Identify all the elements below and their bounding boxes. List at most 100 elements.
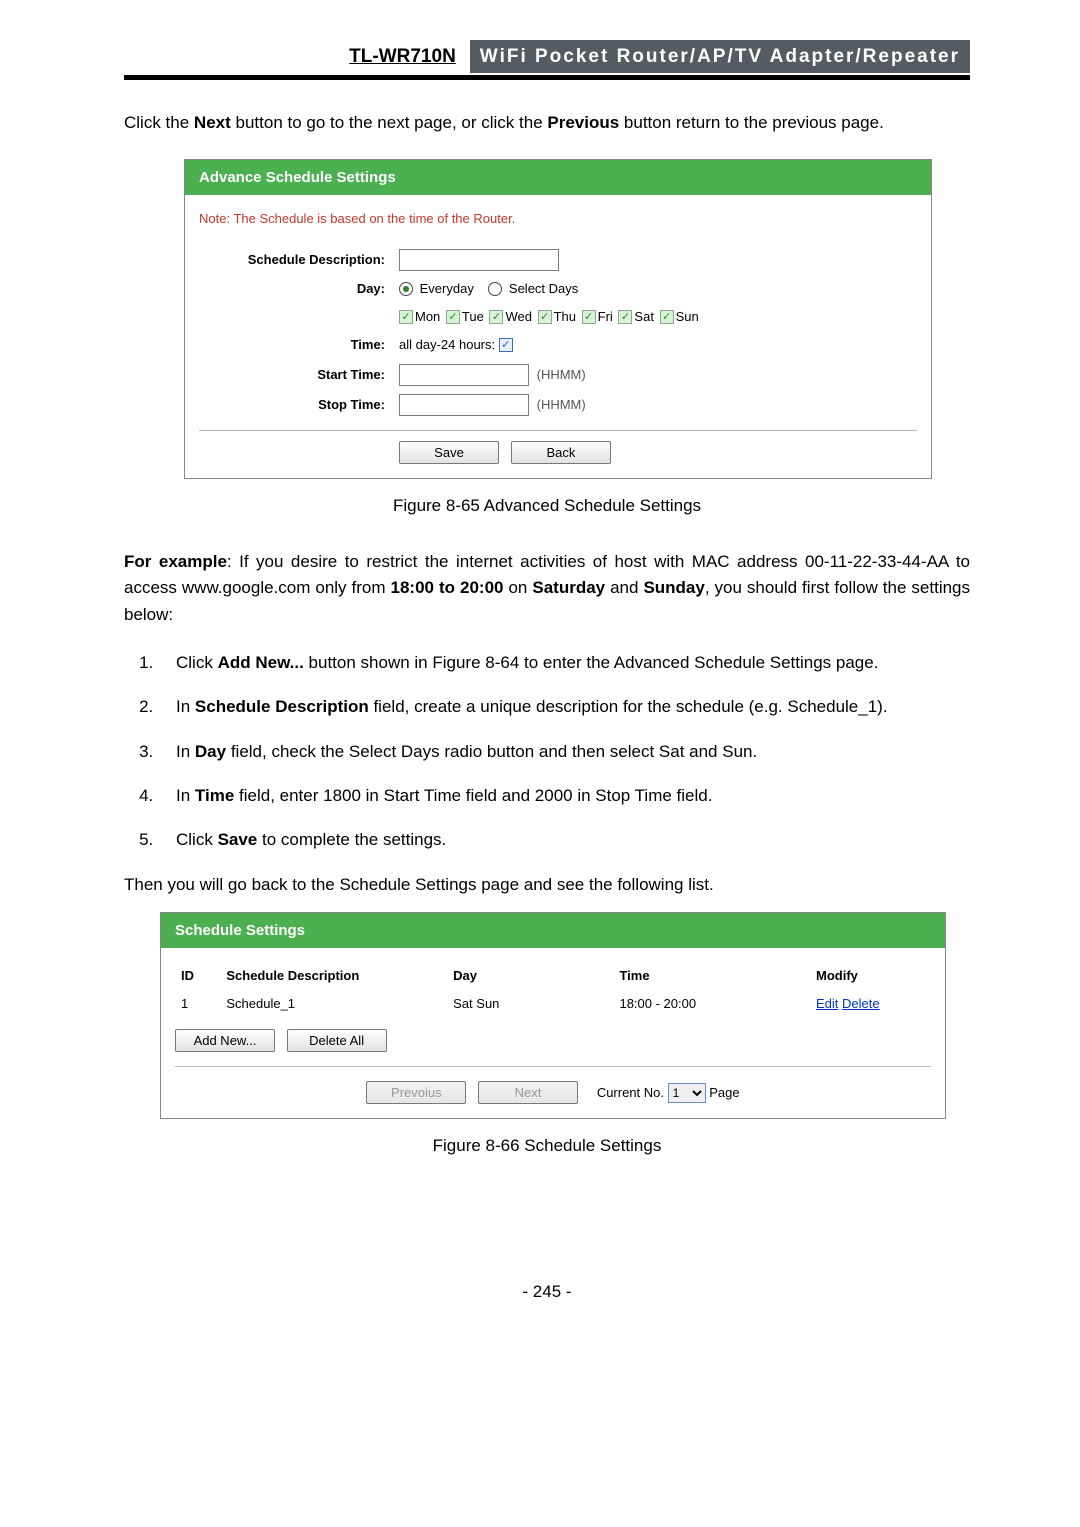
add-new-button[interactable]: Add New... (175, 1029, 275, 1052)
radio-select-days[interactable] (488, 282, 502, 296)
edit-link[interactable]: Edit (816, 996, 838, 1011)
chk-wed[interactable]: ✓ (489, 310, 503, 324)
save-button[interactable]: Save (399, 441, 499, 464)
example-paragraph: For example: If you desire to restrict t… (124, 549, 970, 628)
figure-caption-66: Figure 8-66 Schedule Settings (124, 1133, 970, 1159)
example-p2: on (503, 578, 532, 597)
example-sun: Sunday (643, 578, 704, 597)
step-5: Click Save to complete the settings. (158, 827, 970, 853)
label-wed: Wed (505, 309, 532, 324)
page-number: - 245 - (124, 1279, 970, 1305)
pager-current-label: Current No. (597, 1085, 664, 1100)
start-time-hint: (HHMM) (537, 367, 586, 382)
s2b: Schedule Description (195, 697, 369, 716)
stop-time-hint: (HHMM) (537, 397, 586, 412)
step-2: In Schedule Description field, create a … (158, 694, 970, 720)
page-select[interactable]: 1 (668, 1083, 706, 1103)
doc-header: TL-WR710N WiFi Pocket Router/AP/TV Adapt… (124, 40, 970, 80)
label-sun: Sun (676, 309, 699, 324)
schedule-description-input[interactable] (399, 249, 559, 271)
radio-select-days-label: Select Days (509, 281, 578, 296)
label-sat: Sat (634, 309, 654, 324)
example-time: 18:00 to 20:00 (391, 578, 504, 597)
s5c: to complete the settings. (257, 830, 446, 849)
radio-everyday-label: Everyday (420, 281, 474, 296)
all-day-label: all day-24 hours: (399, 337, 495, 352)
s3c: field, check the Select Days radio butto… (226, 742, 757, 761)
figure-caption-65: Figure 8-65 Advanced Schedule Settings (124, 493, 970, 519)
step-3: In Day field, check the Select Days radi… (158, 739, 970, 765)
example-p3: and (605, 578, 643, 597)
intro-bold-next: Next (194, 113, 231, 132)
intro-text: Click the Next button to go to the next … (124, 110, 970, 136)
delete-all-button[interactable]: Delete All (287, 1029, 387, 1052)
step-1: Click Add New... button shown in Figure … (158, 650, 970, 676)
panel1-note: Note: The Schedule is based on the time … (199, 209, 917, 229)
label-start-time: Start Time: (199, 365, 399, 385)
example-lead: For example (124, 552, 227, 571)
panel1-title: Advance Schedule Settings (185, 160, 931, 195)
schedule-table: ID Schedule Description Day Time Modify … (175, 962, 931, 1018)
s1a: Click (176, 653, 218, 672)
intro-post: button return to the previous page. (619, 113, 884, 132)
step-4: In Time field, enter 1800 in Start Time … (158, 783, 970, 809)
cell-day: Sat Sun (447, 990, 613, 1018)
advance-schedule-panel: Advance Schedule Settings Note: The Sche… (184, 159, 932, 479)
separator (199, 430, 917, 431)
s4b: Time (195, 786, 234, 805)
col-id: ID (175, 962, 220, 990)
schedule-settings-panel: Schedule Settings ID Schedule Descriptio… (160, 912, 946, 1119)
intro-mid: button to go to the next page, or click … (231, 113, 548, 132)
chk-all-day[interactable]: ✓ (499, 338, 513, 352)
s1b: Add New... (218, 653, 304, 672)
label-day: Day: (199, 279, 399, 299)
model-label: TL-WR710N (349, 42, 456, 71)
label-mon: Mon (415, 309, 440, 324)
product-label: WiFi Pocket Router/AP/TV Adapter/Repeate… (470, 40, 970, 73)
stop-time-input[interactable] (399, 394, 529, 416)
panel2-title: Schedule Settings (161, 913, 945, 948)
label-fri: Fri (598, 309, 613, 324)
s1c: button shown in Figure 8-64 to enter the… (304, 653, 879, 672)
col-mod: Modify (810, 962, 931, 990)
s2a: In (176, 697, 195, 716)
s4a: In (176, 786, 195, 805)
label-stop-time: Stop Time: (199, 395, 399, 415)
chk-fri[interactable]: ✓ (582, 310, 596, 324)
chk-thu[interactable]: ✓ (538, 310, 552, 324)
s4c: field, enter 1800 in Start Time field an… (234, 786, 712, 805)
table-row: 1 Schedule_1 Sat Sun 18:00 - 20:00 Edit … (175, 990, 931, 1018)
then-paragraph: Then you will go back to the Schedule Se… (124, 872, 970, 898)
s2c: field, create a unique description for t… (369, 697, 888, 716)
s3a: In (176, 742, 195, 761)
col-day: Day (447, 962, 613, 990)
s5b: Save (218, 830, 258, 849)
next-button[interactable]: Next (478, 1081, 578, 1104)
chk-mon[interactable]: ✓ (399, 310, 413, 324)
separator2 (175, 1066, 931, 1067)
start-time-input[interactable] (399, 364, 529, 386)
radio-everyday[interactable] (399, 282, 413, 296)
chk-sun[interactable]: ✓ (660, 310, 674, 324)
s3b: Day (195, 742, 226, 761)
label-tue: Tue (462, 309, 484, 324)
steps-list: Click Add New... button shown in Figure … (124, 650, 970, 854)
chk-sat[interactable]: ✓ (618, 310, 632, 324)
label-time: Time: (199, 335, 399, 355)
intro-bold-previous: Previous (547, 113, 619, 132)
example-sat: Saturday (532, 578, 605, 597)
pager-page-label: Page (709, 1085, 739, 1100)
back-button[interactable]: Back (511, 441, 611, 464)
cell-time: 18:00 - 20:00 (613, 990, 810, 1018)
cell-desc: Schedule_1 (220, 990, 447, 1018)
delete-link[interactable]: Delete (842, 996, 880, 1011)
previous-button[interactable]: Prevoius (366, 1081, 466, 1104)
chk-tue[interactable]: ✓ (446, 310, 460, 324)
s5a: Click (176, 830, 218, 849)
col-desc: Schedule Description (220, 962, 447, 990)
cell-id: 1 (175, 990, 220, 1018)
intro-pre: Click the (124, 113, 194, 132)
label-thu: Thu (554, 309, 576, 324)
col-time: Time (613, 962, 810, 990)
label-schedule-description: Schedule Description: (199, 250, 399, 270)
